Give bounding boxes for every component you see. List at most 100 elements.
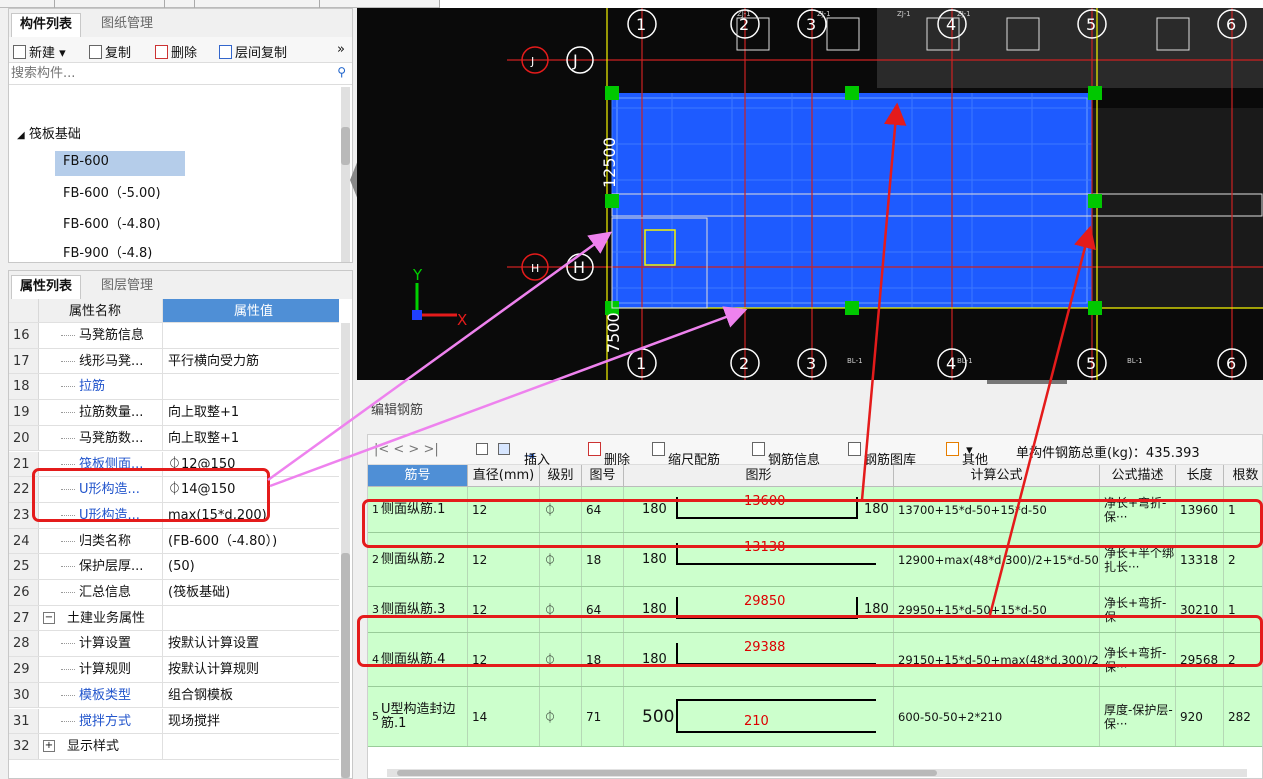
info-icon [752, 442, 765, 456]
property-row[interactable]: 31 搅拌方式 现场搅拌 [9, 708, 339, 735]
cell-name[interactable]: 5 U型构造封边筋.1 [368, 687, 468, 746]
highlight-box-row3 [357, 615, 1263, 667]
property-value[interactable]: 按默认计算规则 [163, 657, 339, 682]
search-icon[interactable]: ⚲ [337, 65, 346, 79]
delete-row-button[interactable]: 删除 [588, 442, 630, 468]
property-value[interactable] [163, 606, 339, 631]
editor-scroll-indicator[interactable] [987, 380, 1067, 384]
shape-line [676, 699, 876, 733]
property-row[interactable]: 18 拉筋 [9, 374, 339, 401]
property-row[interactable]: 25 保护层厚... (50) [9, 554, 339, 580]
property-scrollbar[interactable] [341, 323, 350, 778]
column-header[interactable]: 级别 [540, 465, 582, 487]
dimension-7500: 7500 [604, 312, 623, 353]
tree-connector [61, 720, 75, 722]
expand-collapse-toggle[interactable]: + [43, 740, 55, 753]
rebar-library-button[interactable]: 钢筋图库 [848, 442, 916, 468]
new-label: 新建 [29, 46, 56, 61]
rebar-info-button[interactable]: 钢筋信息 [752, 442, 820, 468]
property-row[interactable]: 26 汇总信息 (筏板基础) [9, 580, 339, 606]
column-header[interactable]: 图号 [582, 465, 624, 487]
property-row-number: 16 [9, 323, 39, 348]
column-header[interactable]: 筋号 [368, 465, 468, 487]
delete-label: 删除 [171, 46, 198, 61]
tree-connector [61, 540, 75, 542]
cell-count[interactable]: 282 [1224, 687, 1262, 746]
property-name: 显示样式 [39, 734, 163, 759]
column-header[interactable]: 公式描述 [1100, 465, 1176, 487]
cell-dia[interactable]: 14 [468, 687, 540, 746]
delete-button[interactable]: 删除 [155, 42, 197, 61]
property-value[interactable]: 按默认计算设置 [163, 631, 339, 656]
search-input[interactable] [11, 65, 321, 82]
tree-group-raft-foundation[interactable]: ◢ 筏板基础 [17, 123, 81, 142]
floor-copy-button[interactable]: 层间复制 [219, 42, 287, 61]
tree-item[interactable]: FB-600 [55, 151, 185, 176]
tree-item[interactable]: FB-600（-4.80) [63, 213, 161, 232]
column-header[interactable]: 图形 [624, 465, 894, 487]
property-value[interactable]: 向上取整+1 [163, 426, 339, 451]
tab-property-list[interactable]: 属性列表 [11, 275, 82, 299]
more-button[interactable]: » [337, 42, 345, 57]
collapse-icon[interactable]: ◢ [17, 130, 25, 141]
property-row[interactable]: 16 马凳筋信息 [9, 323, 339, 349]
rebar-shape[interactable]: 500 210 [624, 687, 894, 746]
axis-label-top: 1 [636, 15, 646, 34]
tab-drawing-management[interactable]: 图纸管理 [93, 13, 161, 37]
property-row[interactable]: 32 显示样式 + [9, 734, 339, 760]
tree-scrollbar[interactable] [341, 87, 350, 262]
tree-item[interactable]: FB-600（-5.00) [63, 182, 161, 201]
property-row[interactable]: 17 线形马凳... 平行横向受力筋 [9, 348, 339, 375]
rebar-row[interactable]: 5 U型构造封边筋.1 14 ⏀ 71 500 210 600-50-50+2*210 厚度-保… [368, 687, 1262, 747]
axis-label-bottom: 2 [739, 354, 749, 373]
move-up-icon[interactable] [476, 442, 491, 457]
cell-len[interactable]: 920 [1176, 687, 1224, 746]
property-value[interactable]: 平行横向受力筋 [163, 349, 339, 374]
cell-formula[interactable]: 600-50-50+2*210 [894, 687, 1100, 746]
property-name: 搅拌方式 [39, 708, 163, 734]
axis-label-bottom: 6 [1226, 354, 1236, 373]
new-button[interactable]: 新建 ▾ [13, 42, 66, 61]
property-value[interactable]: (FB-600（-4.80）) [163, 529, 339, 554]
editor-hscroll[interactable] [387, 769, 1247, 777]
other-button[interactable]: 其他 ▾ [946, 442, 988, 468]
column-header[interactable]: 直径(mm) [468, 465, 540, 487]
property-value[interactable]: 组合钢模板 [163, 683, 339, 708]
property-value[interactable] [163, 734, 339, 759]
cell-fig[interactable]: 71 [582, 687, 624, 746]
scale-rebar-button[interactable]: 缩尺配筋 [652, 442, 720, 468]
property-row[interactable]: 30 模板类型 组合钢模板 [9, 682, 339, 709]
property-row[interactable]: 27 土建业务属性 − [9, 605, 339, 632]
axis-label-bottom: 5 [1086, 354, 1096, 373]
column-header[interactable]: 根数 [1224, 465, 1262, 487]
property-row[interactable]: 19 拉筋数量... 向上取整+1 [9, 400, 339, 426]
property-value[interactable]: 向上取整+1 [163, 400, 339, 425]
cell-grade[interactable]: ⏀ [540, 687, 582, 746]
move-down-icon[interactable] [498, 442, 513, 457]
column-header[interactable]: 长度 [1176, 465, 1224, 487]
property-row[interactable]: 20 马凳筋数... 向上取整+1 [9, 425, 339, 452]
tab-component-list[interactable]: 构件列表 [11, 13, 82, 37]
cad-top-band [877, 8, 1263, 88]
property-value[interactable] [163, 374, 339, 399]
copy-button[interactable]: 复制 [89, 42, 131, 61]
cell-desc[interactable]: 厚度-保护层-保··· [1100, 687, 1176, 746]
property-row[interactable]: 28 计算设置 按默认计算设置 [9, 631, 339, 658]
expand-collapse-toggle[interactable]: − [43, 611, 55, 624]
property-row[interactable]: 29 计算规则 按默认计算规则 [9, 657, 339, 683]
axis-label-bottom: 3 [806, 354, 816, 373]
property-value[interactable]: (50) [163, 554, 339, 579]
cad-viewport[interactable]: 1 2 3 4 5 6 1 2 3 4 5 6 J J H H 12500 7500 X Y ZJ-1 ZJ-1 ZJ-1 Z… [357, 8, 1263, 380]
property-row[interactable]: 24 归类名称 (FB-600（-4.80）) [9, 528, 339, 555]
tab-layer-management[interactable]: 图层管理 [93, 275, 161, 299]
record-nav[interactable]: |< < > >| [374, 442, 439, 457]
property-row-number: 26 [9, 580, 39, 605]
property-value[interactable] [163, 323, 339, 348]
tree-item[interactable]: FB-900（-4.8) [63, 242, 152, 261]
property-value[interactable]: (筏板基础) [163, 580, 339, 605]
property-list-panel: ✕ 属性列表 图层管理 属性名称 属性值 16马凳筋信息17线形马凳...平行横… [8, 270, 353, 779]
axis-label-bottom: 1 [636, 354, 646, 373]
cad-drawing[interactable]: 1 2 3 4 5 61 2 3 4 5 6J JH H125007500XYZJ-1 ZJ-1 ZJ-1 Z… [357, 8, 1263, 380]
column-header[interactable]: 计算公式 [894, 465, 1100, 487]
property-value[interactable]: 现场搅拌 [163, 709, 339, 734]
